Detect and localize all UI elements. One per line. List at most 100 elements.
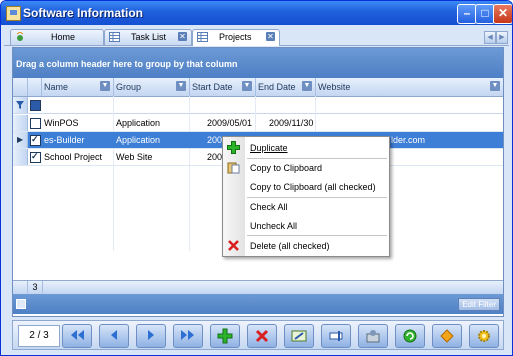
previous-record-button[interactable]	[99, 324, 129, 348]
plus-icon	[217, 328, 233, 344]
header-check-column	[27, 78, 42, 96]
row-selector[interactable]	[13, 149, 28, 165]
cell-start-date: 2009/05/01	[207, 118, 253, 128]
menu-item-copy-to-clipboard[interactable]: Copy to Clipboard	[223, 158, 389, 177]
next-record-button[interactable]	[136, 324, 166, 348]
cell-website: lder.com	[391, 135, 426, 145]
close-button[interactable]: ✕	[493, 4, 512, 24]
column-header-start-date[interactable]: Start Date ▼	[189, 78, 256, 96]
column-header-group[interactable]: Group ▼	[113, 78, 190, 96]
tab-home-label: Home	[51, 32, 76, 42]
filter-bar: Edit Filter	[13, 294, 503, 314]
home-icon	[16, 32, 24, 41]
diamond-icon	[440, 329, 454, 343]
grid-icon	[197, 32, 208, 42]
menu-item-label: Uncheck All	[250, 221, 298, 231]
refresh-button[interactable]	[395, 324, 425, 348]
plus-icon	[227, 141, 240, 154]
cell-name: School Project	[44, 152, 103, 162]
menu-item-label: Copy to Clipboard (all checked)	[250, 182, 376, 192]
window-title: Software Information	[23, 6, 144, 20]
chevron-down-icon[interactable]: ▼	[176, 81, 186, 91]
tab-task-list[interactable]: Task List ✕	[104, 29, 192, 45]
cell-name: WinPOS	[44, 118, 79, 128]
data-navigator: 2 / 3	[12, 320, 504, 350]
menu-item-label: Check All	[250, 202, 288, 212]
filter-checkbox[interactable]	[30, 100, 41, 111]
filter-enable-checkbox[interactable]	[16, 299, 26, 309]
filter-icon-cell	[13, 97, 28, 113]
column-header-label: Website	[318, 82, 351, 92]
minimize-button[interactable]: –	[457, 4, 477, 24]
tab-close-icon[interactable]: ✕	[266, 32, 275, 41]
row-count: 3	[27, 281, 43, 293]
row-selector[interactable]: ▶	[13, 132, 28, 148]
grid-header: Name ▼ Group ▼ Start Date ▼ End Date ▼ W…	[13, 78, 503, 97]
add-record-button[interactable]	[210, 324, 240, 348]
group-by-hint: Drag a column header here to group by th…	[16, 59, 238, 69]
delete-record-button[interactable]	[247, 324, 277, 348]
context-menu: Duplicate Copy to Clipboard Copy to Clip…	[222, 136, 390, 257]
last-record-button[interactable]	[173, 324, 203, 348]
grid-footer: 3	[13, 280, 503, 294]
menu-item-uncheck-all[interactable]: Uncheck All	[223, 216, 389, 235]
edit-filter-button[interactable]: Edit Filter	[458, 298, 500, 311]
cell-name: es-Builder	[44, 135, 85, 145]
cell-start-date: 200	[207, 135, 223, 145]
tab-scroll-left-icon[interactable]: ◀	[484, 31, 496, 44]
settings-button[interactable]	[469, 324, 499, 348]
cancel-edit-button[interactable]	[321, 324, 351, 348]
header-row-selector	[13, 78, 28, 96]
filter-icon[interactable]	[16, 101, 24, 109]
cancel-edit-icon	[329, 331, 343, 341]
bookmark-button[interactable]	[432, 324, 462, 348]
chevron-down-icon[interactable]: ▼	[490, 81, 500, 91]
maximize-button[interactable]: □	[475, 4, 495, 24]
title-bar[interactable]: Software Information – □ ✕	[1, 1, 512, 25]
menu-item-label: Copy to Clipboard	[250, 163, 323, 173]
delete-icon	[228, 240, 239, 251]
gear-icon	[478, 330, 490, 342]
menu-item-delete-all-checked[interactable]: Delete (all checked)	[223, 236, 389, 255]
tab-close-icon[interactable]: ✕	[178, 32, 187, 41]
column-header-website[interactable]: Website ▼	[315, 78, 503, 96]
cell-group: Application	[116, 135, 161, 145]
row-selector[interactable]	[13, 115, 28, 131]
cell-group: Application	[116, 118, 161, 128]
chevron-down-icon[interactable]: ▼	[302, 81, 312, 91]
menu-item-label: Duplicate	[250, 143, 288, 153]
edit-record-button[interactable]	[284, 324, 314, 348]
tab-strip: Home Task List ✕ Projects ✕	[4, 27, 509, 46]
column-header-end-date[interactable]: End Date ▼	[255, 78, 316, 96]
refresh-icon	[403, 329, 417, 343]
tab-scroll-right-icon[interactable]: ▶	[496, 31, 508, 44]
menu-item-check-all[interactable]: Check All	[223, 197, 389, 216]
menu-item-duplicate[interactable]: Duplicate	[223, 138, 389, 157]
cell-start-date: 200	[207, 152, 223, 162]
table-row[interactable]: WinPOS Application 2009/05/01 2009/11/30	[13, 115, 503, 132]
tab-home[interactable]: Home	[10, 29, 104, 45]
row-checkbox[interactable]	[30, 151, 41, 163]
chevron-down-icon[interactable]: ▼	[100, 81, 110, 91]
column-header-name[interactable]: Name ▼	[41, 78, 114, 96]
double-arrow-right-icon	[181, 330, 194, 340]
first-record-button[interactable]	[62, 324, 92, 348]
menu-item-copy-all-checked[interactable]: Copy to Clipboard (all checked)	[223, 177, 389, 196]
group-by-panel[interactable]: Drag a column header here to group by th…	[13, 48, 503, 78]
main-window: Software Information – □ ✕ Home Task Lis…	[0, 0, 513, 356]
column-header-label: Group	[116, 82, 142, 92]
grid-icon	[109, 32, 120, 42]
save-icon	[366, 330, 380, 343]
cell-end-date: 2009/11/30	[269, 118, 314, 128]
row-checkbox[interactable]	[30, 134, 41, 146]
chevron-down-icon[interactable]: ▼	[242, 81, 252, 91]
page-indicator: 2 / 3	[18, 325, 60, 347]
edit-icon	[291, 330, 307, 342]
row-checkbox[interactable]	[30, 118, 41, 129]
filter-row[interactable]	[13, 97, 503, 114]
app-icon	[6, 6, 21, 21]
arrow-left-icon	[111, 330, 117, 340]
save-record-button[interactable]	[358, 324, 388, 348]
tab-projects[interactable]: Projects ✕	[192, 29, 280, 46]
tab-projects-label: Projects	[219, 32, 252, 42]
